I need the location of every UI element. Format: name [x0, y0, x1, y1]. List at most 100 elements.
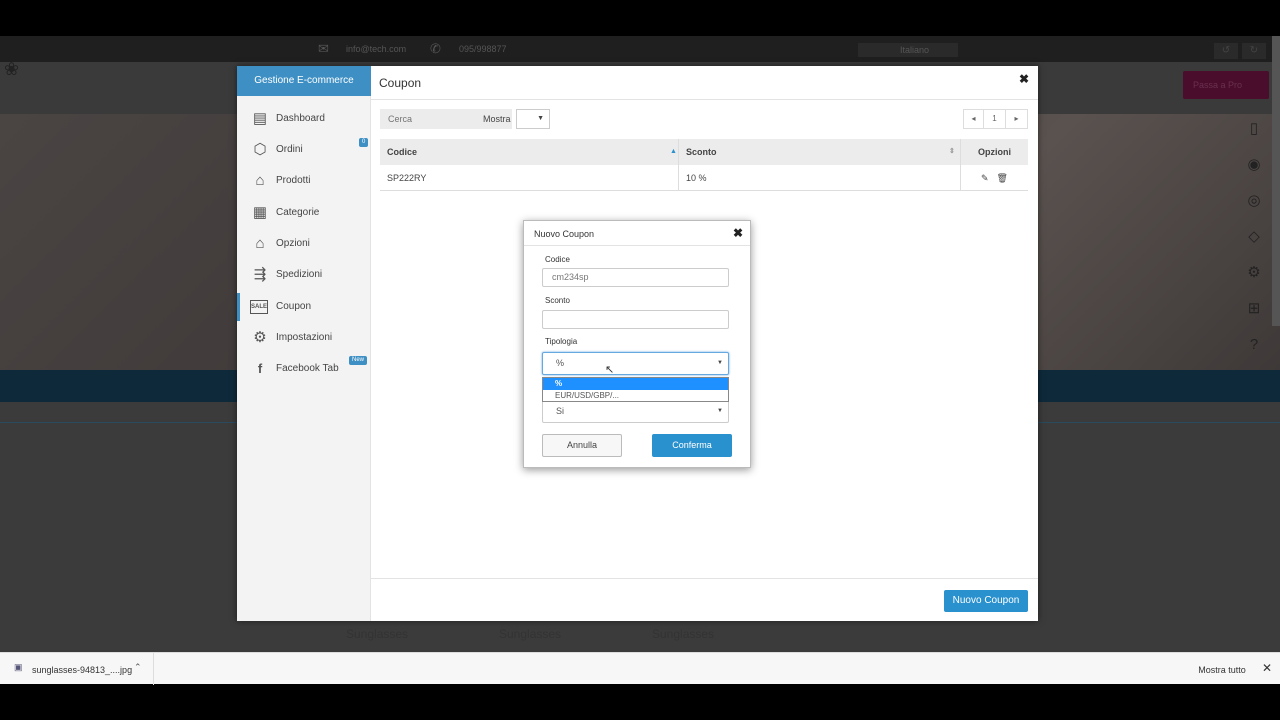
settings-icon[interactable]: ⚙: [1240, 260, 1268, 286]
sidebar-item-label: Impostazioni: [276, 332, 333, 343]
clipboard-icon: ▦: [252, 204, 268, 221]
image-file-icon: ▣: [14, 662, 23, 672]
sort-icon[interactable]: ⇕: [949, 139, 955, 165]
prev-page-icon[interactable]: ◂: [964, 110, 984, 128]
show-count-select[interactable]: ▼: [516, 109, 550, 129]
sidebar-item-label: Dashboard: [276, 113, 325, 124]
cell-code: SP222RY: [380, 165, 679, 191]
sidebar-item-label: Prodotti: [276, 175, 311, 186]
cell-options: ✎ 🗑: [961, 165, 1028, 191]
site-phone: 095/998877: [459, 44, 507, 54]
gear-icon: ⚙: [253, 329, 267, 346]
language-select[interactable]: Italiano: [858, 43, 958, 57]
dialog-title: Nuovo Coupon: [534, 229, 595, 239]
site-email: info@tech.com: [346, 44, 407, 54]
sidebar-item-label: Categorie: [276, 207, 320, 218]
screen: ✉ info@tech.com ✆ 095/998877 Italiano ↺ …: [0, 0, 1280, 720]
sidebar-item-facebook-tab[interactable]: f Facebook Tab New: [237, 355, 371, 383]
chevron-up-icon[interactable]: ⌃: [134, 662, 142, 673]
type-dropdown-list: % EUR/USD/GBP/...: [542, 377, 729, 402]
sidebar-item-ordini[interactable]: ⬡ Ordini 0: [237, 136, 371, 164]
help-icon[interactable]: ?: [1240, 332, 1268, 358]
add-icon[interactable]: ⊞: [1240, 296, 1268, 322]
product-label: Sunglasses: [499, 627, 562, 641]
facebook-icon: f: [257, 361, 263, 376]
redo-icon[interactable]: ↻: [1242, 43, 1266, 59]
downloads-bar: ▣ sunglasses-94813_....jpg ⌃ Mostra tutt…: [0, 652, 1280, 685]
product-label: Sunglasses: [346, 627, 409, 641]
logo-icon: ❀: [4, 59, 20, 79]
type-select[interactable]: % ▼: [542, 352, 729, 375]
confirm-button[interactable]: Conferma: [652, 434, 732, 457]
sidebar-item-impostazioni[interactable]: ⚙ Impostazioni: [237, 324, 371, 352]
page-title: Coupon: [379, 76, 422, 90]
cell-discount: 10 %: [679, 165, 961, 191]
type-label: Tipologia: [545, 337, 578, 346]
sidebar-item-label: Coupon: [276, 301, 312, 312]
new-coupon-dialog: Nuovo Coupon ✖ Codice cm234sp Sconto Tip…: [523, 220, 751, 468]
chevron-down-icon: ▼: [717, 408, 723, 414]
sidebar-item-spedizioni[interactable]: ⇶ Spedizioni: [237, 261, 371, 289]
sidebar-item-prodotti[interactable]: ⌂ Prodotti: [237, 167, 371, 195]
close-icon[interactable]: ✖: [733, 226, 743, 240]
paint-icon[interactable]: ◇: [1240, 224, 1268, 250]
active-select[interactable]: Si ▼: [542, 400, 729, 423]
show-all-button[interactable]: Mostra tutto: [1189, 662, 1255, 678]
discount-input[interactable]: [542, 310, 729, 329]
sidebar-item-opzioni[interactable]: ⌂ Opzioni: [237, 230, 371, 258]
product-label: Sunglasses: [652, 627, 715, 641]
dashboard-icon: ▤: [252, 110, 268, 127]
sidebar-title: Gestione E-commerce: [237, 66, 371, 96]
new-badge: New: [349, 356, 368, 365]
column-label: Codice: [387, 147, 418, 157]
eye-icon[interactable]: ◉: [1240, 152, 1268, 178]
editor-rail: ▯ ◉ ◎ ◇ ⚙ ⊞ ?: [1240, 100, 1268, 360]
active-selected-value: Si: [556, 406, 565, 416]
next-page-icon[interactable]: ▸: [1006, 110, 1027, 128]
column-header-discount[interactable]: Sconto ⇕: [679, 139, 961, 165]
download-item[interactable]: ▣ sunglasses-94813_....jpg ⌃: [14, 653, 154, 685]
pagination: ◂ 1 ▸: [963, 109, 1028, 129]
sidebar-item-label: Spedizioni: [276, 269, 323, 280]
close-icon[interactable]: ✖: [1019, 72, 1031, 86]
column-label: Sconto: [686, 147, 717, 157]
site-topbar: ✉ info@tech.com ✆ 095/998877 Italiano ↺ …: [0, 36, 1280, 62]
panel-header: Coupon ✖: [371, 66, 1038, 100]
basket-icon: ⌂: [255, 235, 265, 252]
pro-button[interactable]: Passa a Pro: [1183, 71, 1269, 99]
trash-icon[interactable]: 🗑: [997, 173, 1008, 183]
type-selected-value: %: [556, 358, 565, 368]
basket-icon: ⌂: [255, 172, 265, 189]
box-icon: ⬡: [253, 141, 267, 158]
mobile-icon[interactable]: ▯: [1240, 116, 1268, 142]
discount-label: Sconto: [545, 296, 570, 305]
sidebar-item-coupon[interactable]: SALE Coupon: [237, 293, 371, 321]
sidebar-item-categorie[interactable]: ▦ Categorie: [237, 199, 371, 227]
show-label: Mostra: [483, 114, 511, 124]
download-file-name: sunglasses-94813_....jpg: [32, 665, 133, 675]
sort-asc-icon[interactable]: ▲: [670, 139, 677, 165]
close-icon[interactable]: ✕: [1262, 661, 1272, 675]
mouse-cursor-icon: ↖: [605, 364, 615, 376]
code-label: Codice: [545, 255, 570, 264]
edit-icon[interactable]: ✎: [981, 173, 989, 183]
undo-icon[interactable]: ↺: [1214, 43, 1238, 59]
sale-tag-icon: SALE: [250, 300, 268, 314]
dropdown-option[interactable]: EUR/USD/GBP/...: [543, 390, 728, 402]
sidebar-item-dashboard[interactable]: ▤ Dashboard: [237, 105, 371, 133]
page-number[interactable]: 1: [984, 110, 1006, 128]
column-header-code[interactable]: Codice ▲: [380, 139, 679, 165]
new-coupon-button[interactable]: Nuovo Coupon: [944, 590, 1028, 612]
sidebar-item-label: Ordini: [276, 144, 303, 155]
sidebar-item-label: Opzioni: [276, 238, 310, 249]
code-input[interactable]: cm234sp: [542, 268, 729, 287]
sidebar-item-label: Facebook Tab: [276, 363, 339, 374]
footer-divider: [371, 578, 1038, 579]
chevron-down-icon: ▼: [717, 360, 723, 366]
phone-icon: ✆: [430, 41, 441, 56]
page-scrollbar[interactable]: [1272, 36, 1280, 326]
dropdown-option[interactable]: %: [543, 378, 728, 390]
cancel-button[interactable]: Annulla: [542, 434, 622, 457]
shipping-icon: ⇶: [253, 266, 267, 283]
palette-icon[interactable]: ◎: [1240, 188, 1268, 214]
